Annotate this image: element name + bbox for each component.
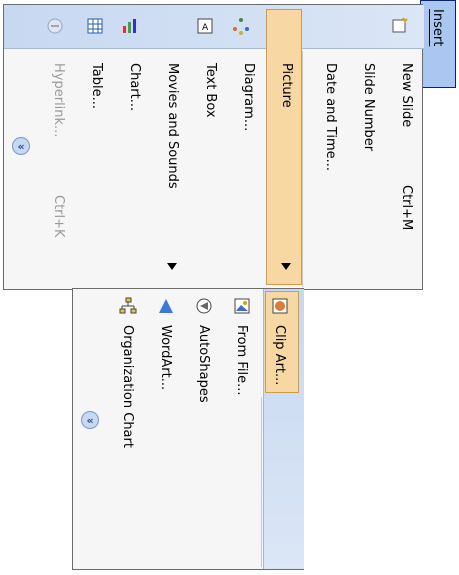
autoshapes-icon	[195, 297, 213, 315]
menu-item-label: Text Box	[203, 63, 218, 118]
menu-item-shortcut: Ctrl+M	[399, 185, 414, 231]
menu-item-slide-number[interactable]: Slide Number	[354, 53, 384, 283]
submenu-item-wordart[interactable]: WordArt...	[151, 325, 181, 545]
submenu-item-organization-chart[interactable]: Organization Chart	[113, 325, 143, 545]
menu-item-picture[interactable]: Picture	[272, 53, 302, 283]
svg-text:A: A	[202, 23, 209, 33]
menu-item-new-slide[interactable]: New Slide Ctrl+M	[392, 53, 422, 283]
diagram-icon	[232, 17, 250, 35]
menu-item-label: From File...	[234, 325, 249, 396]
picture-submenu: Clip Art... From File... AutoShapes Word…	[72, 288, 304, 570]
clip-art-icon	[271, 297, 289, 315]
menu-item-date-and-time[interactable]: Date and Time...	[316, 53, 346, 283]
submenu-arrow-icon	[281, 263, 291, 270]
icon-bar	[4, 5, 424, 49]
submenu-item-from-file[interactable]: From File...	[227, 325, 257, 545]
text-box-icon: A	[196, 17, 214, 35]
menu-item-label: Picture	[279, 63, 294, 108]
organization-chart-icon	[119, 297, 137, 315]
menu-item-label: New Slide	[399, 63, 414, 128]
menu-item-movies-and-sounds[interactable]: Movies and Sounds	[158, 53, 188, 283]
submenu-item-clip-art[interactable]: Clip Art...	[265, 325, 295, 545]
menu-item-label: WordArt...	[158, 325, 173, 391]
menu-item-label: Slide Number	[361, 63, 376, 152]
menu-item-chart[interactable]: Chart...	[120, 53, 150, 283]
table-icon	[86, 17, 104, 35]
menu-item-label: Clip Art...	[272, 325, 287, 386]
insert-menu-label: Insert	[430, 9, 445, 47]
menu-separator	[261, 397, 262, 567]
picture-from-file-icon	[233, 297, 251, 315]
menu-item-label: Movies and Sounds	[165, 63, 180, 189]
menu-item-diagram[interactable]: Diagram...	[234, 53, 264, 283]
menu-item-label: Hyperlink...	[51, 63, 66, 138]
expand-menu-chevron-icon[interactable]: «	[12, 137, 30, 155]
menu-item-hyperlink[interactable]: Hyperlink... Ctrl+K	[44, 53, 74, 283]
expand-submenu-chevron-icon[interactable]: «	[81, 411, 99, 429]
menu-item-label: Table...	[89, 63, 104, 110]
chart-icon	[121, 17, 139, 35]
menu-item-text-box[interactable]: Text Box	[196, 53, 226, 283]
menu-item-label: Diagram...	[241, 63, 256, 132]
menu-item-label: Date and Time...	[323, 63, 338, 172]
menu-item-label: AutoShapes	[196, 325, 211, 403]
submenu-arrow-icon	[167, 263, 177, 270]
menu-item-shortcut: Ctrl+K	[51, 195, 66, 238]
menu-item-label: Organization Chart	[120, 325, 135, 448]
menu-item-label: Chart...	[127, 63, 142, 112]
wordart-icon	[157, 297, 175, 315]
insert-menu-button[interactable]: Insert	[420, 0, 456, 88]
insert-menu: A New Slide Ctrl+M Slide Number Date and…	[3, 4, 424, 290]
submenu-item-autoshapes[interactable]: AutoShapes	[189, 325, 219, 545]
menu-separator	[302, 51, 303, 287]
new-slide-icon	[390, 17, 408, 35]
hyperlink-icon	[46, 17, 64, 35]
menu-item-table[interactable]: Table...	[82, 53, 112, 283]
